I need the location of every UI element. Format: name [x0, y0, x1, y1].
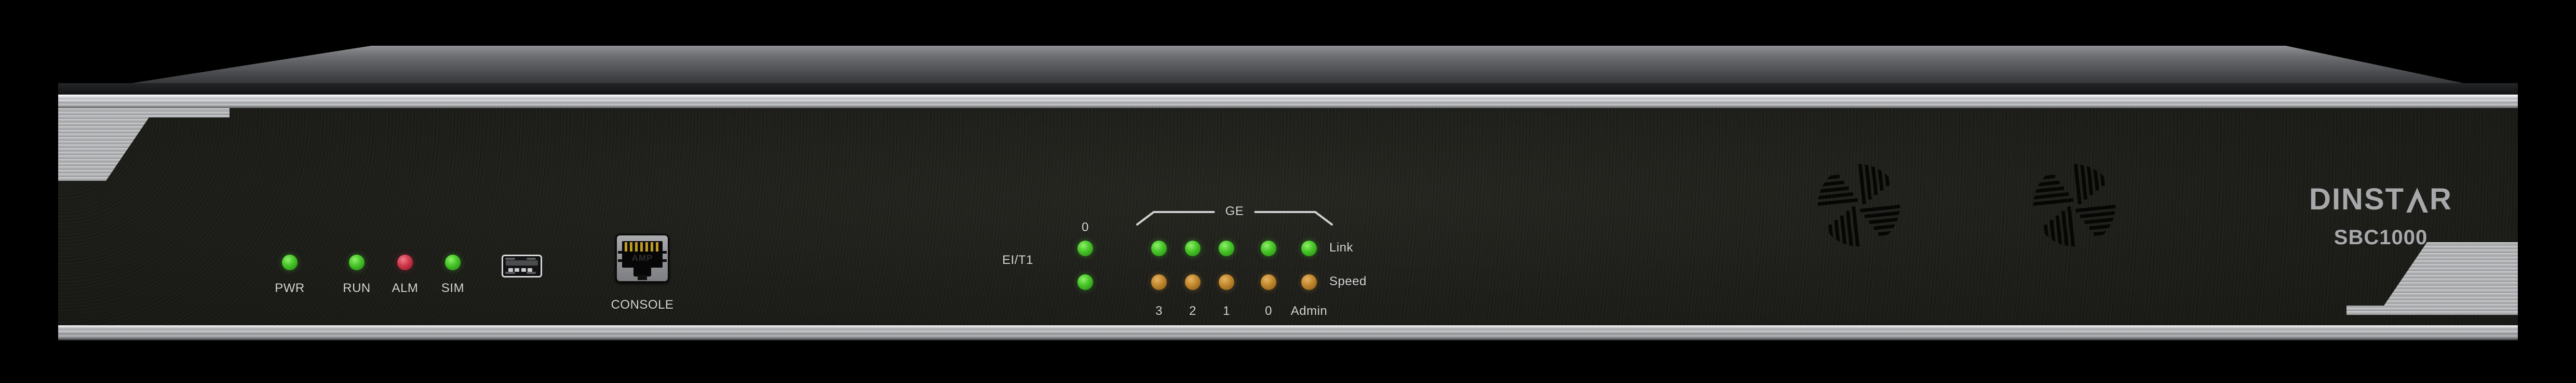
console-port-cavity: AMP	[622, 241, 663, 268]
chassis-bottom-bevel	[58, 325, 2518, 340]
usb-shell-tab	[505, 258, 516, 260]
device-front-panel-scene: PWR RUN ALM SIM AMP CONSOLE 0 EI/T1 GE 3 2 1 0 Admin L…	[0, 0, 2576, 383]
chassis-top-shadow	[58, 83, 2518, 96]
usb-tongue	[506, 260, 538, 266]
usb-contact-pad	[508, 268, 514, 272]
usb-shell-tab	[526, 271, 536, 274]
usb-contact-pad	[527, 268, 532, 272]
console-port-shell-notch	[662, 259, 667, 262]
usb-port[interactable]	[502, 255, 542, 278]
front-panel-face	[58, 108, 2518, 325]
usb-shell-tab	[526, 258, 536, 260]
console-port-gold-pins	[624, 242, 660, 252]
chassis-top-bevel	[58, 95, 2518, 108]
console-port[interactable]: AMP	[615, 234, 669, 283]
console-port-clip	[638, 274, 647, 281]
usb-contact-pad	[521, 268, 526, 272]
console-port-vendor-mark: AMP	[631, 253, 653, 263]
console-port-shell-notch	[618, 250, 623, 254]
console-port-shell-notch	[618, 259, 623, 262]
usb-shell-tab	[505, 271, 516, 274]
usb-contact-pad	[515, 268, 520, 272]
console-port-shell-notch	[662, 250, 667, 254]
